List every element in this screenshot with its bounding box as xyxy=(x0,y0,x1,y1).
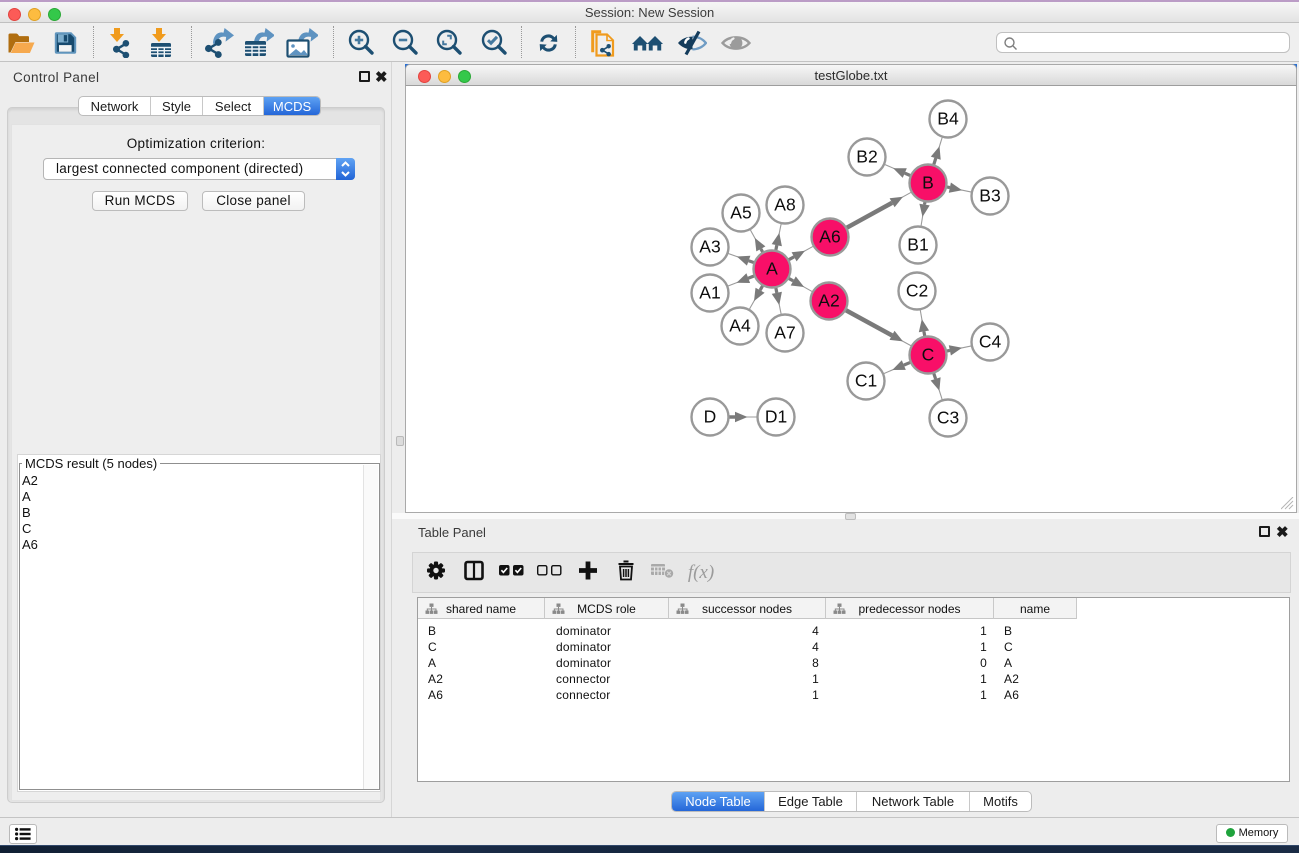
svg-text:B4: B4 xyxy=(937,109,959,129)
svg-text:A8: A8 xyxy=(774,195,795,215)
svg-text:A3: A3 xyxy=(699,237,720,257)
svg-text:B: B xyxy=(922,173,934,193)
svg-text:A2: A2 xyxy=(818,291,839,311)
svg-text:C: C xyxy=(922,345,935,365)
svg-text:C3: C3 xyxy=(937,408,959,428)
svg-text:C4: C4 xyxy=(979,332,1002,352)
svg-text:B2: B2 xyxy=(856,147,877,167)
svg-text:A6: A6 xyxy=(819,227,840,247)
svg-text:C1: C1 xyxy=(855,371,877,391)
svg-text:B3: B3 xyxy=(979,186,1000,206)
svg-text:A: A xyxy=(766,259,778,279)
svg-text:A4: A4 xyxy=(729,316,751,336)
svg-text:A7: A7 xyxy=(774,323,795,343)
svg-text:A5: A5 xyxy=(730,203,751,223)
svg-text:A1: A1 xyxy=(699,283,720,303)
svg-text:B1: B1 xyxy=(907,235,928,255)
svg-text:D1: D1 xyxy=(765,407,787,427)
svg-text:C2: C2 xyxy=(906,281,928,301)
svg-text:D: D xyxy=(704,407,717,427)
